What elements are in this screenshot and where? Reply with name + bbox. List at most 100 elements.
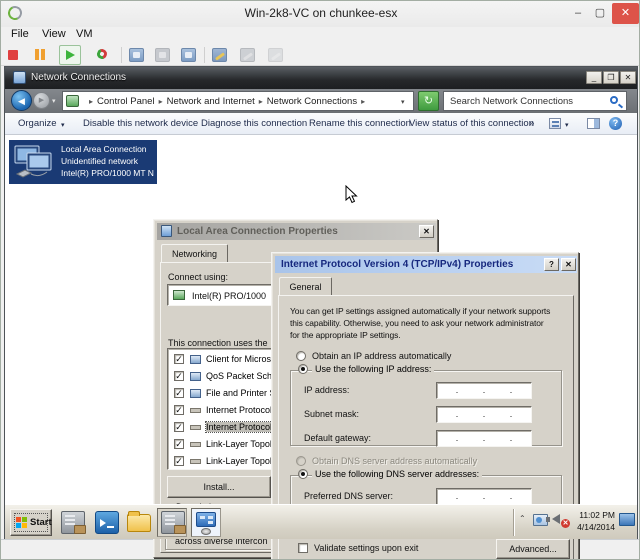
service-icon: [190, 372, 201, 381]
preview-pane-icon[interactable]: [587, 118, 600, 129]
crumb-sep-icon[interactable]: ▸: [255, 97, 267, 106]
tab-general[interactable]: General: [279, 277, 332, 296]
rename-connection-button[interactable]: Rename this connection: [309, 118, 411, 129]
validate-checkbox[interactable]: [298, 543, 308, 553]
radio-obtain-dns-label: Obtain DNS server address automatically: [312, 456, 477, 466]
tray-volume-icon[interactable]: [552, 514, 560, 524]
advanced-button[interactable]: Advanced...: [496, 539, 570, 559]
adapter-name: Intel(R) PRO/1000: [192, 291, 266, 301]
organize-button[interactable]: Organize: [18, 118, 57, 129]
help-icon[interactable]: ?: [609, 117, 622, 130]
refresh-button[interactable]: ↻: [418, 91, 439, 111]
menu-vm[interactable]: VM: [76, 28, 93, 40]
console-options-icon[interactable]: [268, 48, 283, 62]
breadcrumb-control-panel[interactable]: Control Panel: [97, 96, 155, 107]
disable-device-button[interactable]: Disable this network device: [83, 118, 198, 129]
ipv4-dialog-help-icon[interactable]: ?: [544, 258, 559, 271]
control-panel-icon: [196, 512, 216, 527]
breadcrumb-network-and-internet[interactable]: Network and Internet: [167, 96, 255, 107]
default-gateway-label: Default gateway:: [304, 433, 371, 443]
protocol-icon: [190, 442, 201, 447]
checkbox-checked[interactable]: ✓: [174, 439, 184, 449]
tray-expand-icon[interactable]: ⌃: [519, 514, 526, 523]
diagnose-connection-button[interactable]: Diagnose this connection: [201, 118, 307, 129]
server-manager-icon[interactable]: [61, 511, 85, 534]
address-dropdown-icon[interactable]: ▾: [401, 98, 405, 106]
menu-view[interactable]: View: [42, 28, 66, 40]
close-button[interactable]: ✕: [612, 3, 639, 24]
recent-pages-dropdown-icon[interactable]: ▾: [52, 97, 56, 105]
view-status-button[interactable]: View status of this connection: [409, 118, 534, 129]
checkbox-checked[interactable]: ✓: [174, 422, 184, 432]
component-label: Link-Layer Topol: [206, 439, 272, 449]
intro-line: this capability. Otherwise, you need to …: [290, 317, 550, 329]
component-label: QoS Packet Sch: [206, 371, 272, 381]
checkbox-checked[interactable]: ✓: [174, 405, 184, 415]
search-input[interactable]: [448, 93, 603, 109]
checkbox-checked[interactable]: ✓: [174, 354, 184, 364]
start-button[interactable]: Start: [10, 509, 52, 536]
default-gateway-field[interactable]: . . .: [436, 430, 532, 447]
forward-button[interactable]: ▶: [33, 92, 50, 109]
checkbox-checked[interactable]: ✓: [174, 456, 184, 466]
breadcrumb[interactable]: ▸Control Panel▸Network and Internet▸Netw…: [62, 91, 414, 111]
revert-snapshot-icon[interactable]: [155, 48, 170, 62]
powershell-icon[interactable]: [95, 511, 119, 534]
vmware-titlebar[interactable]: Win-2k8-VC on chunkee-esx – ▢ ✕: [1, 1, 640, 27]
location-icon: [66, 95, 79, 107]
tray-divider: [513, 509, 515, 536]
lan-dialog-close-icon[interactable]: ✕: [419, 225, 434, 238]
radio-use-dns-label[interactable]: Use the following DNS server addresses:: [312, 469, 482, 479]
tray-display-icon[interactable]: [619, 513, 635, 526]
ipv4-dialog-titlebar[interactable]: Internet Protocol Version 4 (TCP/IPv4) P…: [275, 256, 577, 273]
radio-use-dns[interactable]: [298, 469, 308, 479]
component-label: Client for Microso: [206, 354, 276, 364]
explorer-folder-icon[interactable]: [127, 514, 151, 532]
explorer-titlebar[interactable]: Network Connections _ ❐ ✕: [5, 67, 637, 89]
maximize-button[interactable]: ▢: [589, 4, 611, 23]
tab-networking[interactable]: Networking: [161, 244, 228, 263]
ip-address-field[interactable]: . . .: [436, 382, 532, 399]
crumb-sep-icon[interactable]: ▸: [357, 97, 369, 106]
tray-clock[interactable]: 11:02 PM 4/14/2014: [573, 509, 615, 533]
menu-file[interactable]: File: [11, 28, 29, 40]
taskbar-item-network-connections[interactable]: [191, 508, 221, 537]
crumb-sep-icon[interactable]: ▸: [155, 97, 167, 106]
checkbox-checked[interactable]: ✓: [174, 371, 184, 381]
window-close-button[interactable]: ✕: [620, 71, 636, 84]
search-box[interactable]: [443, 91, 627, 111]
manage-icon[interactable]: [240, 48, 255, 62]
lan-dialog-title: Local Area Connection Properties: [177, 226, 338, 237]
install-button[interactable]: Install...: [167, 476, 271, 498]
organize-dropdown-icon[interactable]: ▾: [61, 121, 65, 129]
view-options-icon[interactable]: [549, 118, 561, 129]
server-tool-icon: [161, 511, 185, 534]
take-snapshot-icon[interactable]: [129, 48, 144, 62]
search-icon[interactable]: [610, 96, 618, 104]
local-area-connection-item[interactable]: Local Area Connection Unidentified netwo…: [9, 140, 157, 184]
checkbox-checked[interactable]: ✓: [174, 388, 184, 398]
taskbar-item-server[interactable]: [157, 508, 187, 537]
suspend-icon[interactable]: [35, 49, 45, 60]
window-minimize-button[interactable]: _: [586, 71, 602, 84]
window-restore-button[interactable]: ❐: [603, 71, 619, 84]
reset-icon[interactable]: [95, 47, 108, 60]
minimize-button[interactable]: –: [567, 4, 589, 23]
back-button[interactable]: ◀: [11, 90, 32, 111]
ipv4-dialog-close-icon[interactable]: ✕: [561, 258, 576, 271]
snapshot-manager-icon[interactable]: [181, 48, 196, 62]
radio-obtain-ip[interactable]: [296, 351, 306, 361]
lan-dialog-titlebar[interactable]: Local Area Connection Properties: [157, 223, 436, 240]
subnet-mask-label: Subnet mask:: [304, 409, 359, 419]
radio-obtain-ip-label[interactable]: Obtain an IP address automatically: [312, 351, 451, 361]
subnet-mask-field[interactable]: . . .: [436, 406, 532, 423]
more-commands-icon[interactable]: »: [529, 118, 534, 129]
radio-use-ip[interactable]: [298, 364, 308, 374]
validate-label[interactable]: Validate settings upon exit: [314, 543, 418, 553]
view-options-dropdown-icon[interactable]: ▾: [565, 121, 569, 129]
edit-settings-icon[interactable]: [212, 48, 227, 62]
breadcrumb-network-connections[interactable]: Network Connections: [267, 96, 357, 107]
power-off-icon[interactable]: [8, 50, 18, 60]
preferred-dns-field[interactable]: . . .: [436, 488, 532, 505]
radio-use-ip-label[interactable]: Use the following IP address:: [312, 364, 434, 374]
